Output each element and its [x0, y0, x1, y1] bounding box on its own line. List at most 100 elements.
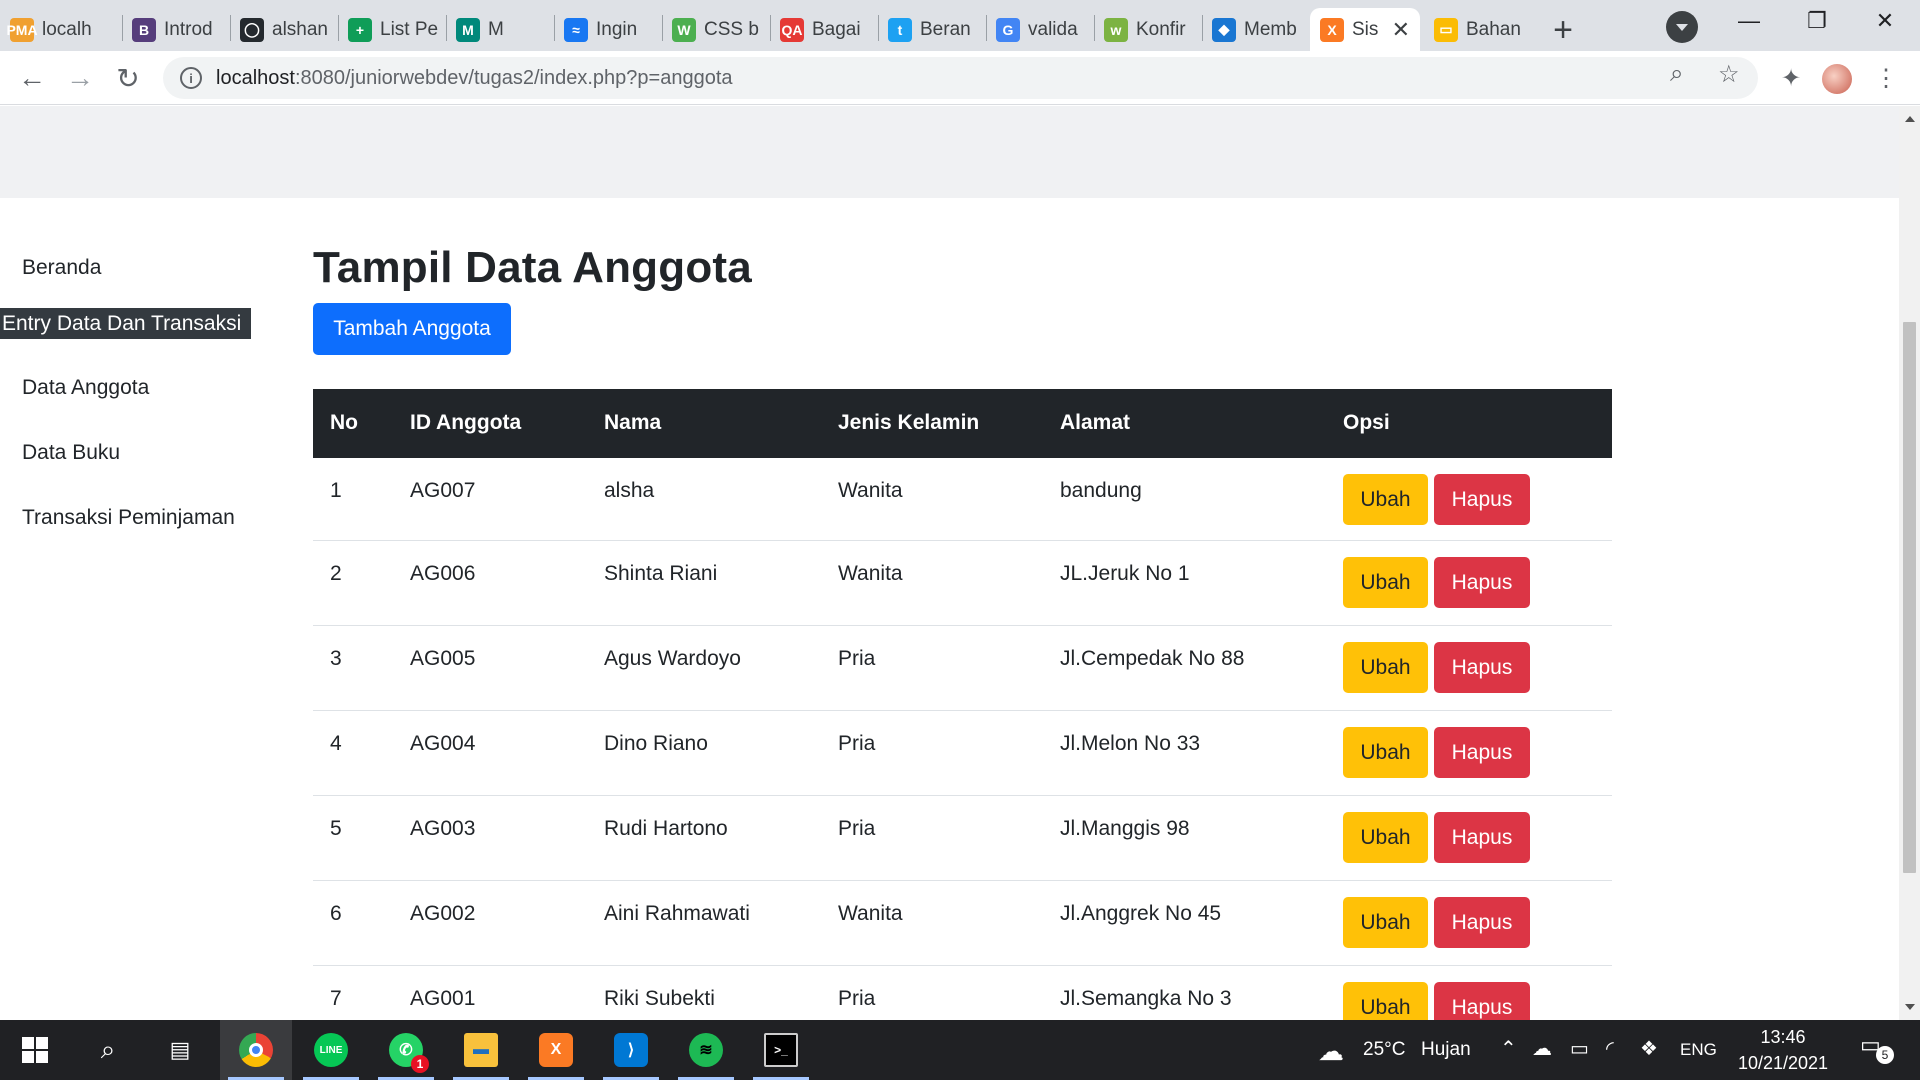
- delete-button[interactable]: Hapus: [1434, 897, 1530, 948]
- tab-favicon-icon: B: [132, 17, 156, 42]
- sidebar-item-transaksi[interactable]: Transaksi Peminjaman: [22, 506, 235, 530]
- delete-button[interactable]: Hapus: [1434, 642, 1530, 693]
- site-info-icon[interactable]: i: [180, 67, 202, 89]
- sidebar-item-data-anggota[interactable]: Data Anggota: [22, 376, 149, 400]
- edit-button[interactable]: Ubah: [1343, 812, 1428, 863]
- browser-tab[interactable]: B Introd: [122, 8, 230, 51]
- weather-desc[interactable]: Hujan: [1421, 1039, 1471, 1061]
- edit-button[interactable]: Ubah: [1343, 474, 1428, 525]
- browser-tab[interactable]: MM: [446, 8, 554, 51]
- system-clock[interactable]: 13:46 10/21/2021: [1728, 1024, 1838, 1076]
- taskbar-chrome[interactable]: [220, 1020, 292, 1080]
- add-member-button[interactable]: Tambah Anggota: [313, 303, 511, 355]
- browser-tab[interactable]: w Konfir: [1094, 8, 1202, 51]
- weather-cloud-icon[interactable]: ☁: [1318, 1036, 1344, 1067]
- cell-no: 5: [330, 817, 342, 840]
- taskbar-whatsapp[interactable]: ✆ 1: [370, 1020, 442, 1080]
- clock-date: 10/21/2021: [1737, 1053, 1829, 1073]
- browser-tab[interactable]: ▭ Bahan: [1424, 8, 1534, 51]
- delete-button[interactable]: Hapus: [1434, 557, 1530, 608]
- taskbar-xampp[interactable]: X: [520, 1020, 592, 1080]
- weather-temp[interactable]: 25°C: [1363, 1039, 1405, 1061]
- taskbar-terminal[interactable]: >_: [745, 1020, 817, 1080]
- extensions-puzzle-icon[interactable]: ✦: [1775, 62, 1807, 94]
- delete-button[interactable]: Hapus: [1434, 727, 1530, 778]
- table-row: 5 AG003 Rudi Hartono Pria Jl.Manggis 98 Ubah H…: [313, 796, 1612, 881]
- tab-search-button[interactable]: [1666, 11, 1698, 43]
- sidebar-heading-entry: Entry Data Dan Transaksi: [0, 308, 251, 339]
- scroll-down-arrow-icon[interactable]: [1905, 1004, 1915, 1010]
- windows-taskbar: ⌕ ▤ LINE ✆ 1 ▬ X ⟩ ≋ >_ ☁ 25°C Hujan ⌃ ☁ …: [0, 1020, 1920, 1080]
- chrome-menu-icon[interactable]: ⋮: [1870, 62, 1902, 94]
- table-row: 6 AG002 Aini Rahmawati Wanita Jl.Anggrek No …: [313, 881, 1612, 966]
- column-header-no: No: [330, 411, 358, 434]
- cell-id-anggota: AG002: [410, 902, 476, 925]
- browser-tab[interactable]: QA Bagai: [770, 8, 878, 51]
- edit-button[interactable]: Ubah: [1343, 642, 1428, 693]
- cell-jenis-kelamin: Wanita: [838, 479, 903, 502]
- browser-tab[interactable]: W CSS b: [662, 8, 770, 51]
- profile-avatar[interactable]: [1822, 64, 1852, 94]
- minimize-button[interactable]: —: [1720, 0, 1778, 42]
- browser-tab[interactable]: ≈ Ingin: [554, 8, 662, 51]
- new-tab-button[interactable]: +: [1543, 10, 1583, 50]
- cell-jenis-kelamin: Pria: [838, 987, 876, 1010]
- edit-button[interactable]: Ubah: [1343, 897, 1428, 948]
- address-bar[interactable]: i localhost:8080/junior​webdev/tugas2/in…: [163, 57, 1758, 99]
- page-title: Tampil Data Anggota: [313, 243, 752, 292]
- taskbar-vscode[interactable]: ⟩: [595, 1020, 667, 1080]
- task-view-button[interactable]: ▤: [144, 1020, 216, 1080]
- sidebar-item-data-buku[interactable]: Data Buku: [22, 441, 120, 465]
- taskbar-line[interactable]: LINE: [295, 1020, 367, 1080]
- scroll-up-arrow-icon[interactable]: [1905, 116, 1915, 122]
- onedrive-cloud-icon[interactable]: ☁: [1532, 1036, 1552, 1061]
- start-button[interactable]: [0, 1020, 70, 1080]
- tab-favicon-icon: ▭: [1434, 17, 1458, 42]
- members-table: No ID Anggota Nama Jenis Kelamin Alamat …: [313, 389, 1612, 1020]
- chevron-up-icon[interactable]: ⌃: [1500, 1036, 1517, 1061]
- taskbar-file-explorer[interactable]: ▬: [445, 1020, 517, 1080]
- forward-button[interactable]: →: [61, 59, 99, 97]
- sidebar-item-beranda[interactable]: Beranda: [22, 256, 101, 280]
- delete-button[interactable]: Hapus: [1434, 982, 1530, 1020]
- xampp-icon: X: [539, 1033, 573, 1067]
- back-button[interactable]: ←: [13, 59, 51, 97]
- delete-button[interactable]: Hapus: [1434, 812, 1530, 863]
- language-indicator[interactable]: ENG: [1680, 1040, 1717, 1060]
- browser-tab[interactable]: ◆ Memb: [1202, 8, 1310, 51]
- tab-label: alshan: [272, 18, 328, 40]
- browser-tab[interactable]: t Beran: [878, 8, 986, 51]
- notification-center-button[interactable]: ▭ 5: [1860, 1032, 1894, 1064]
- url-text[interactable]: localhost:8080/junior​webdev/tugas2/inde…: [216, 67, 733, 90]
- edit-button[interactable]: Ubah: [1343, 727, 1428, 778]
- reload-button[interactable]: ↻: [109, 59, 147, 97]
- search-button[interactable]: ⌕: [72, 1020, 144, 1080]
- edit-button[interactable]: Ubah: [1343, 557, 1428, 608]
- close-window-button[interactable]: ✕: [1856, 0, 1914, 42]
- dropbox-icon[interactable]: ❖: [1640, 1036, 1658, 1061]
- taskbar-spotify[interactable]: ≋: [670, 1020, 742, 1080]
- zoom-icon[interactable]: ⌕: [1670, 60, 1683, 88]
- page-scrollbar[interactable]: [1899, 106, 1920, 1020]
- task-view-icon: ▤: [169, 1037, 191, 1062]
- tab-close-icon[interactable]: ✕: [1392, 17, 1410, 43]
- browser-tab-strip: PMA localh B Introd ◯ alshan + List Pe M M ≈ Ingin W…: [0, 0, 1920, 51]
- battery-icon[interactable]: ▭: [1570, 1036, 1589, 1061]
- browser-tab[interactable]: ◯ alshan: [230, 8, 338, 51]
- delete-button[interactable]: Hapus: [1434, 474, 1530, 525]
- scrollbar-thumb[interactable]: [1903, 322, 1916, 873]
- browser-tab[interactable]: Gvalida: [986, 8, 1094, 51]
- cell-nama: Dino Riano: [604, 732, 708, 755]
- browser-tab[interactable]: X Sis ✕: [1310, 8, 1420, 51]
- browser-tab[interactable]: PMA localh: [0, 8, 122, 51]
- edit-button[interactable]: Ubah: [1343, 982, 1428, 1020]
- column-header-id: ID Anggota: [410, 411, 522, 434]
- restore-button[interactable]: ❐: [1788, 0, 1846, 42]
- wifi-icon[interactable]: ◜: [1606, 1036, 1614, 1061]
- spotify-icon: ≋: [689, 1033, 723, 1067]
- cell-no: 7: [330, 987, 342, 1010]
- bookmark-star-icon[interactable]: ☆: [1718, 60, 1740, 89]
- browser-tab[interactable]: + List Pe: [338, 8, 446, 51]
- tab-favicon-icon: +: [348, 17, 372, 42]
- tab-label: Bagai: [812, 18, 861, 40]
